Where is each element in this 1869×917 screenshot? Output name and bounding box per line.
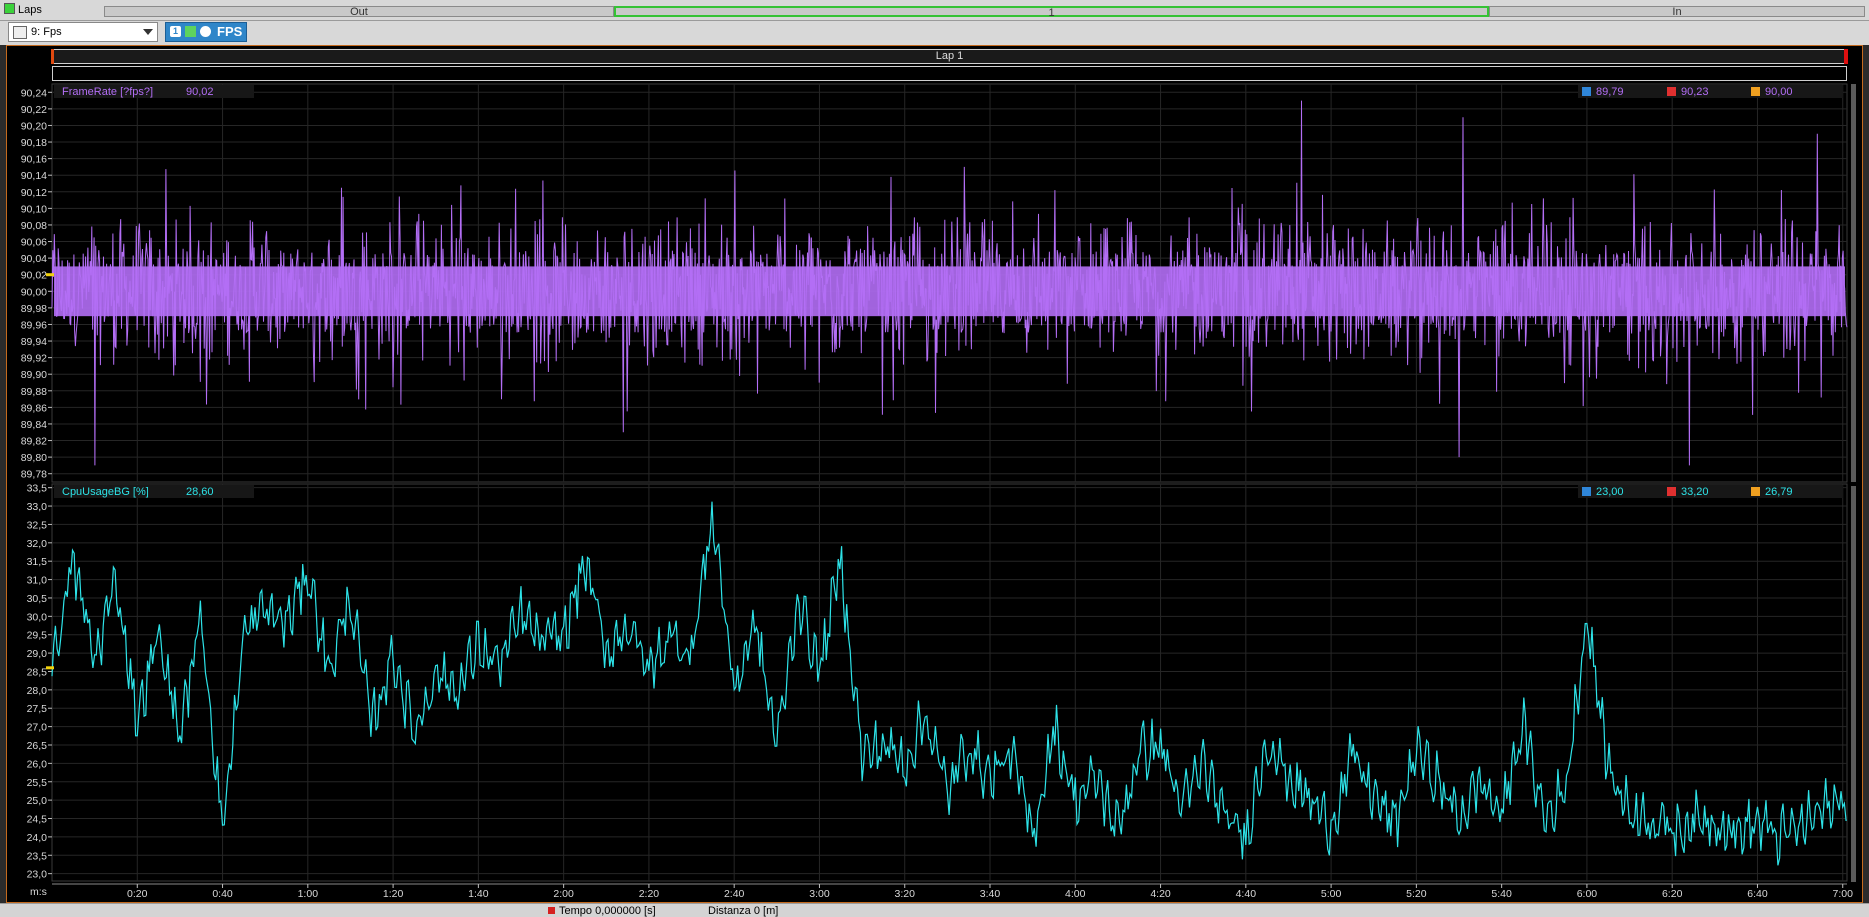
y-tick-label: 24,5 bbox=[27, 814, 48, 826]
cursor-value-marker bbox=[46, 666, 54, 670]
x-tick-label: 7:00 bbox=[1833, 888, 1854, 900]
x-axis-unit-label: m:s bbox=[30, 886, 47, 898]
plot-panel-1 bbox=[51, 483, 1848, 882]
stat-min-value: 23,00 bbox=[1596, 486, 1624, 498]
distance-readout: Distanza 0 [m] bbox=[708, 905, 779, 917]
y-tick-label: 32,5 bbox=[27, 519, 48, 531]
stat-avg-value: 90,00 bbox=[1765, 86, 1793, 98]
y-tick-label: 90,02 bbox=[21, 270, 47, 282]
y-tick-label: 23,0 bbox=[27, 869, 48, 881]
x-tick-label: 5:40 bbox=[1491, 888, 1512, 900]
y-tick-label: 30,5 bbox=[27, 593, 48, 605]
x-tick-label: 5:00 bbox=[1321, 888, 1342, 900]
y-tick-label: 31,5 bbox=[27, 556, 48, 568]
channel-cursor-value: 90,02 bbox=[186, 86, 214, 98]
y-tick-label: 89,84 bbox=[21, 419, 47, 431]
x-tick-label: 2:20 bbox=[639, 888, 660, 900]
y-tick-label: 89,90 bbox=[21, 369, 47, 381]
x-tick-label: 6:00 bbox=[1577, 888, 1598, 900]
y-tick-label: 90,04 bbox=[21, 253, 47, 265]
y-tick-label: 90,10 bbox=[21, 203, 47, 215]
x-tick-label: 1:20 bbox=[383, 888, 404, 900]
x-tick-label: 6:20 bbox=[1662, 888, 1683, 900]
channel-cursor-value: 28,60 bbox=[186, 486, 214, 498]
stat-max-value: 90,23 bbox=[1681, 86, 1709, 98]
stat-avg-value: 26,79 bbox=[1765, 486, 1793, 498]
y-tick-label: 90,24 bbox=[21, 87, 47, 99]
y-tick-label: 89,78 bbox=[21, 469, 47, 481]
x-tick-label: 0:40 bbox=[212, 888, 233, 900]
x-tick-label: 4:00 bbox=[1065, 888, 1086, 900]
y-tick-label: 29,5 bbox=[27, 630, 48, 642]
x-tick-label: 1:00 bbox=[298, 888, 319, 900]
y-tick-label: 89,80 bbox=[21, 452, 47, 464]
time-readout: Tempo 0,000000 [s] bbox=[548, 905, 656, 917]
y-tick-label: 28,5 bbox=[27, 666, 48, 678]
stat-avg-icon bbox=[1751, 487, 1760, 496]
stat-min-icon bbox=[1582, 487, 1591, 496]
x-tick-label: 3:40 bbox=[980, 888, 1001, 900]
y-tick-label: 90,16 bbox=[21, 154, 47, 166]
y-tick-label: 26,0 bbox=[27, 758, 48, 770]
y-tick-label: 31,0 bbox=[27, 575, 48, 587]
y-tick-label: 90,20 bbox=[21, 120, 47, 132]
y-tick-label: 26,5 bbox=[27, 740, 48, 752]
x-tick-label: 3:00 bbox=[809, 888, 830, 900]
x-tick-label: 4:20 bbox=[1150, 888, 1171, 900]
y-tick-label: 29,0 bbox=[27, 648, 48, 660]
y-tick-label: 89,96 bbox=[21, 319, 47, 331]
y-tick-label: 32,0 bbox=[27, 538, 48, 550]
stat-min-value: 89,79 bbox=[1596, 86, 1624, 98]
y-tick-label: 27,5 bbox=[27, 703, 48, 715]
stat-max-icon bbox=[1667, 87, 1676, 96]
cursor-value-marker bbox=[46, 273, 54, 277]
channel-name: CpuUsageBG [%] bbox=[62, 486, 149, 498]
y-tick-label: 90,08 bbox=[21, 220, 47, 232]
x-tick-label: 2:00 bbox=[553, 888, 574, 900]
y-tick-label: 90,14 bbox=[21, 170, 47, 182]
y-tick-label: 90,00 bbox=[21, 286, 47, 298]
x-tick-label: 4:40 bbox=[1236, 888, 1257, 900]
stat-avg-icon bbox=[1751, 87, 1760, 96]
channel-name: FrameRate [?fps?] bbox=[62, 86, 153, 98]
y-tick-label: 90,22 bbox=[21, 104, 47, 116]
framerate-dense-band bbox=[54, 266, 1845, 317]
x-tick-label: 2:40 bbox=[724, 888, 745, 900]
y-tick-label: 27,0 bbox=[27, 722, 48, 734]
x-tick-label: 5:20 bbox=[1406, 888, 1427, 900]
stat-max-value: 33,20 bbox=[1681, 486, 1709, 498]
x-tick-label: 1:40 bbox=[468, 888, 489, 900]
y-tick-label: 89,88 bbox=[21, 386, 47, 398]
y-tick-label: 25,5 bbox=[27, 777, 48, 789]
y-tick-label: 89,94 bbox=[21, 336, 47, 348]
y-tick-label: 33,5 bbox=[27, 483, 48, 495]
y-tick-label: 89,92 bbox=[21, 353, 47, 365]
telemetry-plot[interactable]: 90,24 90,22 90,20 90,18 90,16 90,14 90,12 90,10… bbox=[0, 0, 1869, 916]
y-tick-label: 30,0 bbox=[27, 611, 48, 623]
x-tick-label: 0:20 bbox=[127, 888, 148, 900]
y-tick-label: 90,18 bbox=[21, 137, 47, 149]
panel-scrollbar-top bbox=[1851, 84, 1856, 482]
panel-scrollbar-bottom bbox=[1851, 486, 1856, 882]
y-tick-label: 89,82 bbox=[21, 436, 47, 448]
stat-min-icon bbox=[1582, 87, 1591, 96]
stat-max-icon bbox=[1667, 487, 1676, 496]
y-tick-label: 90,12 bbox=[21, 187, 47, 199]
y-tick-label: 23,5 bbox=[27, 850, 48, 862]
y-tick-label: 25,0 bbox=[27, 795, 48, 807]
y-tick-label: 28,0 bbox=[27, 685, 48, 697]
y-tick-label: 24,0 bbox=[27, 832, 48, 844]
y-tick-label: 89,98 bbox=[21, 303, 47, 315]
y-tick-label: 89,86 bbox=[21, 402, 47, 414]
status-footer: Tempo 0,000000 [s] Distanza 0 [m] bbox=[0, 903, 1869, 917]
time-marker-icon bbox=[548, 907, 555, 914]
y-tick-label: 33,0 bbox=[27, 501, 48, 513]
x-tick-label: 6:40 bbox=[1747, 888, 1768, 900]
x-tick-label: 3:20 bbox=[895, 888, 916, 900]
y-tick-label: 90,06 bbox=[21, 237, 47, 249]
